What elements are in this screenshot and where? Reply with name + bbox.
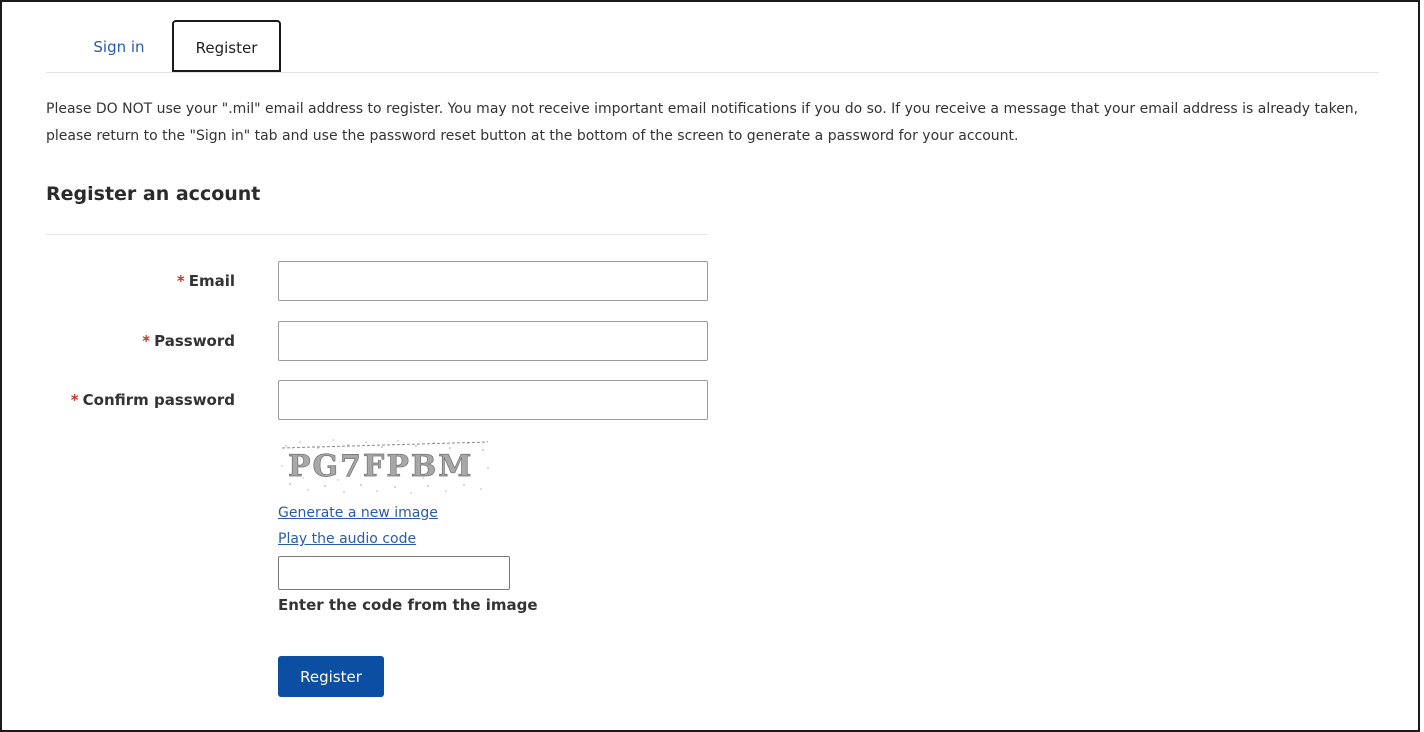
- email-field[interactable]: [278, 261, 708, 301]
- confirm-password-field[interactable]: [278, 380, 708, 420]
- confirm-password-label: * Confirm password: [71, 391, 235, 409]
- confirm-password-label-text: Confirm password: [82, 391, 235, 409]
- tab-register[interactable]: Register: [172, 20, 281, 72]
- captcha-code-input[interactable]: [278, 556, 510, 590]
- password-label: * Password: [142, 332, 235, 350]
- register-button[interactable]: Register: [278, 656, 384, 697]
- page-title: Register an account: [46, 183, 261, 205]
- tab-sign-in[interactable]: Sign in: [69, 20, 169, 72]
- divider: [46, 234, 708, 235]
- password-field[interactable]: [278, 321, 708, 361]
- email-label: * Email: [177, 272, 235, 290]
- captcha-image: PG7FPBM: [278, 436, 494, 498]
- page-frame: Sign in Register Please DO NOT use your …: [0, 0, 1420, 732]
- required-marker: *: [176, 272, 185, 290]
- captcha-code-text: PG7FPBM: [288, 449, 473, 484]
- password-label-text: Password: [154, 332, 235, 350]
- email-label-text: Email: [188, 272, 235, 290]
- registration-notice: Please DO NOT use your ".mil" email addr…: [46, 101, 1359, 144]
- required-marker: *: [142, 332, 151, 350]
- generate-new-image-link[interactable]: Generate a new image: [278, 505, 438, 521]
- auth-tabs: Sign in Register: [46, 20, 1379, 73]
- required-marker: *: [70, 391, 79, 409]
- play-audio-code-link[interactable]: Play the audio code: [278, 531, 416, 547]
- captcha-code-label: Enter the code from the image: [278, 596, 538, 614]
